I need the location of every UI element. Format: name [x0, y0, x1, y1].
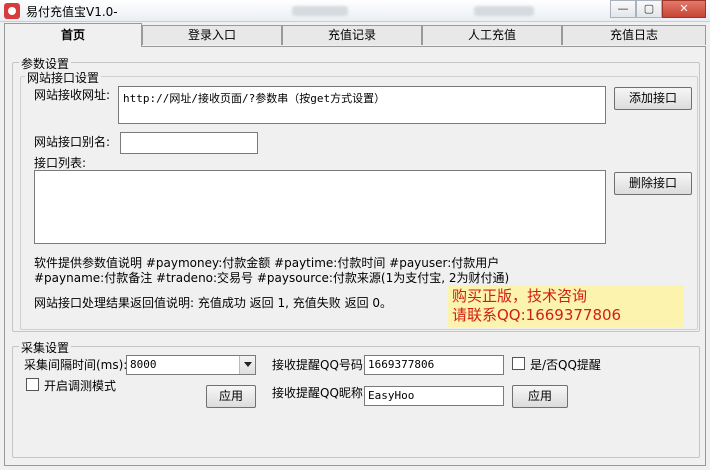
blurred-text	[474, 6, 534, 16]
interface-list[interactable]	[34, 170, 606, 244]
promo-line2: 请联系QQ:1669377806	[452, 306, 622, 324]
tab-recharge-records[interactable]: 充值记录	[282, 25, 422, 45]
interval-select[interactable]: 8000	[126, 355, 256, 375]
title-bar: 易付充值宝V1.0- — ▢ ✕	[0, 0, 710, 22]
window-title: 易付充值宝V1.0-	[26, 5, 118, 19]
app-logo-icon	[4, 3, 20, 19]
close-button[interactable]: ✕	[662, 0, 706, 18]
qq-number-input[interactable]: 1669377806	[364, 355, 504, 375]
qq-remind-label: 是/否QQ提醒	[530, 358, 601, 372]
alias-input[interactable]	[120, 132, 258, 154]
qq-number-label: 接收提醒QQ号码:	[272, 358, 367, 372]
param-description-line2: #payname:付款备注 #tradeno:交易号 #paysource:付款…	[34, 271, 510, 285]
tab-login[interactable]: 登录入口	[142, 25, 282, 45]
minimize-button[interactable]: —	[610, 0, 636, 18]
tab-home[interactable]: 首页	[4, 23, 142, 47]
url-input[interactable]: http://网址/接收页面/?参数串（按get方式设置）	[118, 86, 606, 124]
tab-recharge-log[interactable]: 充值日志	[562, 25, 706, 45]
site-interface-legend: 网站接口设置	[25, 69, 102, 86]
qq-nickname-label: 接收提醒QQ昵称	[272, 386, 363, 400]
interface-list-label: 接口列表:	[34, 156, 87, 170]
blurred-text	[292, 6, 348, 16]
qq-remind-checkbox[interactable]	[512, 357, 525, 370]
delete-interface-button[interactable]: 删除接口	[614, 172, 692, 195]
maximize-button[interactable]: ▢	[636, 0, 662, 18]
collect-legend: 采集设置	[19, 339, 72, 356]
url-label: 网站接收网址:	[34, 88, 111, 102]
promo-notice: 购买正版，技术咨询 请联系QQ:1669377806	[448, 285, 684, 327]
tab-strip: 首页 登录入口 充值记录 人工充值 充值日志	[0, 23, 710, 47]
add-interface-button[interactable]: 添加接口	[614, 87, 692, 110]
apply-button[interactable]: 应用	[206, 385, 256, 408]
promo-line1: 购买正版，技术咨询	[452, 287, 588, 305]
alias-label: 网站接口别名:	[34, 135, 111, 149]
apply-nickname-button[interactable]: 应用	[512, 385, 568, 408]
debug-mode-label: 开启调测模式	[44, 379, 117, 393]
result-description: 网站接口处理结果返回值说明: 充值成功 返回 1, 充值失败 返回 0。	[34, 296, 393, 310]
qq-nickname-input[interactable]: EasyHoo	[364, 386, 504, 406]
tab-manual-recharge[interactable]: 人工充值	[422, 25, 562, 45]
interval-label: 采集间隔时间(ms):	[24, 358, 128, 372]
debug-mode-checkbox[interactable]	[26, 378, 39, 391]
chevron-down-icon[interactable]	[239, 356, 255, 374]
